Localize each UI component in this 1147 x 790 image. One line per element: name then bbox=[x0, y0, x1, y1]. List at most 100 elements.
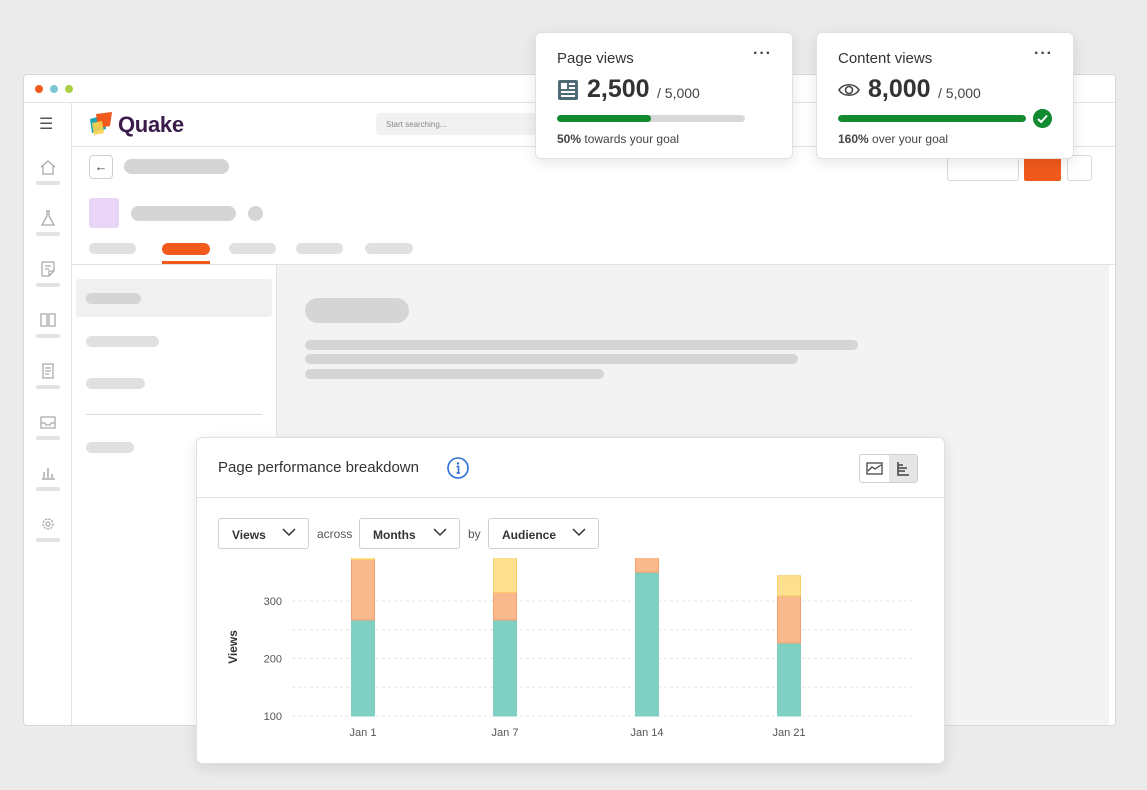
nav-label-placeholder bbox=[36, 232, 60, 236]
nav-library[interactable] bbox=[35, 310, 61, 350]
nav-label-placeholder bbox=[36, 283, 60, 287]
breadcrumb-placeholder bbox=[124, 159, 229, 174]
page-avatar bbox=[89, 198, 119, 228]
progress-fill bbox=[838, 115, 1026, 122]
bar-segment bbox=[351, 558, 375, 561]
info-icon[interactable] bbox=[447, 457, 469, 479]
x-tick-label: Jan 1 bbox=[350, 727, 377, 739]
page-views-progress bbox=[557, 115, 745, 122]
page-views-card: Page views ··· 2,500 / 5,000 50% towards… bbox=[535, 32, 793, 159]
bar-segment bbox=[493, 619, 517, 717]
nav-settings[interactable] bbox=[35, 514, 61, 554]
note-icon bbox=[41, 261, 55, 277]
list-item-placeholder[interactable] bbox=[86, 442, 134, 453]
content-views-value: 8,000 bbox=[868, 75, 931, 103]
page-views-value: 2,500 bbox=[587, 75, 650, 103]
line-view-button[interactable] bbox=[860, 455, 889, 482]
bar-segment bbox=[351, 559, 375, 621]
nav-label-placeholder bbox=[36, 181, 60, 185]
page-views-title: Page views bbox=[557, 50, 634, 67]
back-button[interactable]: ← bbox=[89, 155, 113, 179]
nav-notes[interactable] bbox=[35, 259, 61, 299]
more-action-button[interactable] bbox=[1067, 155, 1092, 181]
bar-segment bbox=[777, 642, 801, 717]
left-panel-divider bbox=[86, 414, 262, 415]
content-views-progress bbox=[838, 115, 1026, 122]
progress-fill bbox=[557, 115, 651, 122]
list-item-placeholder bbox=[86, 293, 141, 304]
x-tick-label: Jan 7 bbox=[492, 727, 519, 739]
text-line-placeholder bbox=[305, 354, 798, 364]
chart-header-divider bbox=[197, 497, 944, 498]
bar-segment bbox=[493, 591, 517, 621]
nav-label-placeholder bbox=[36, 538, 60, 542]
page-views-note: 50% towards your goal bbox=[557, 132, 680, 146]
group-dropdown[interactable]: Audience bbox=[488, 518, 599, 549]
nav-label-placeholder bbox=[36, 436, 60, 440]
more-options-icon[interactable]: ··· bbox=[1034, 45, 1053, 63]
tab-placeholder[interactable] bbox=[229, 243, 276, 254]
tab-placeholder[interactable] bbox=[89, 243, 136, 254]
tab-placeholder[interactable] bbox=[365, 243, 413, 254]
across-label: across bbox=[317, 527, 353, 541]
bar-chart-icon bbox=[897, 462, 909, 476]
page-title-placeholder bbox=[131, 206, 236, 221]
more-options-icon[interactable]: ··· bbox=[753, 45, 772, 63]
x-tick-label: Jan 21 bbox=[772, 727, 805, 739]
app-name: Quake bbox=[118, 112, 184, 137]
stacked-bar-chart: 100 200 300 Views Jan 1 Jan 7 Jan 14 Jan 21 bbox=[226, 558, 912, 739]
eye-icon bbox=[838, 83, 860, 97]
tab-placeholder[interactable] bbox=[296, 243, 343, 254]
chevron-down-icon bbox=[282, 528, 296, 537]
maximize-window-dot[interactable] bbox=[65, 85, 73, 93]
nav-rail: ☰ bbox=[24, 103, 72, 725]
hamburger-menu-icon[interactable]: ☰ bbox=[39, 117, 55, 133]
bar-segment bbox=[777, 595, 801, 644]
nav-label-placeholder bbox=[36, 385, 60, 389]
y-tick-label: 200 bbox=[264, 654, 282, 666]
book-icon bbox=[40, 313, 56, 327]
list-item-placeholder[interactable] bbox=[86, 336, 159, 347]
list-item-placeholder[interactable] bbox=[86, 378, 145, 389]
check-circle-icon bbox=[1033, 109, 1052, 128]
inbox-icon bbox=[40, 416, 56, 429]
nav-label-placeholder bbox=[36, 487, 60, 491]
heading-placeholder bbox=[305, 298, 409, 323]
minimize-window-dot[interactable] bbox=[50, 85, 58, 93]
bar-segment bbox=[777, 575, 801, 597]
bar-view-button[interactable] bbox=[889, 455, 917, 482]
quake-logo-icon bbox=[90, 112, 112, 135]
content-views-card: Content views ··· 8,000 / 5,000 160% ove… bbox=[816, 32, 1074, 159]
chart-view-toggle bbox=[859, 454, 918, 483]
x-tick-label: Jan 14 bbox=[630, 727, 663, 739]
content-views-note: 160% over your goal bbox=[838, 132, 949, 146]
bar-chart-icon bbox=[42, 468, 55, 480]
nav-pages[interactable] bbox=[35, 361, 61, 401]
flask-icon bbox=[40, 210, 56, 226]
bar-segment bbox=[635, 558, 659, 573]
document-icon bbox=[42, 363, 54, 379]
nav-home[interactable] bbox=[35, 157, 61, 197]
content-views-goal: / 5,000 bbox=[938, 85, 981, 101]
close-window-dot[interactable] bbox=[35, 85, 43, 93]
text-line-placeholder bbox=[305, 340, 858, 350]
gear-icon bbox=[42, 518, 54, 530]
y-tick-label: 100 bbox=[264, 711, 282, 723]
period-dropdown[interactable]: Months bbox=[359, 518, 460, 549]
newspaper-icon bbox=[558, 80, 578, 100]
text-line-placeholder bbox=[305, 369, 604, 379]
line-chart-icon bbox=[866, 462, 883, 475]
nav-analytics[interactable] bbox=[35, 463, 61, 503]
nav-inbox[interactable] bbox=[35, 412, 61, 452]
chevron-down-icon bbox=[572, 528, 586, 537]
nav-labs[interactable] bbox=[35, 208, 61, 248]
y-tick-label: 300 bbox=[264, 596, 282, 608]
performance-chart-card: Page performance breakdown Views across … bbox=[196, 437, 945, 764]
bar-segment bbox=[493, 558, 517, 593]
nav-label-placeholder bbox=[36, 334, 60, 338]
status-dot-placeholder bbox=[248, 206, 263, 221]
chart-title: Page performance breakdown bbox=[218, 459, 419, 476]
page-views-goal: / 5,000 bbox=[657, 85, 700, 101]
metric-dropdown[interactable]: Views bbox=[218, 518, 309, 549]
tab-active[interactable] bbox=[162, 243, 210, 255]
